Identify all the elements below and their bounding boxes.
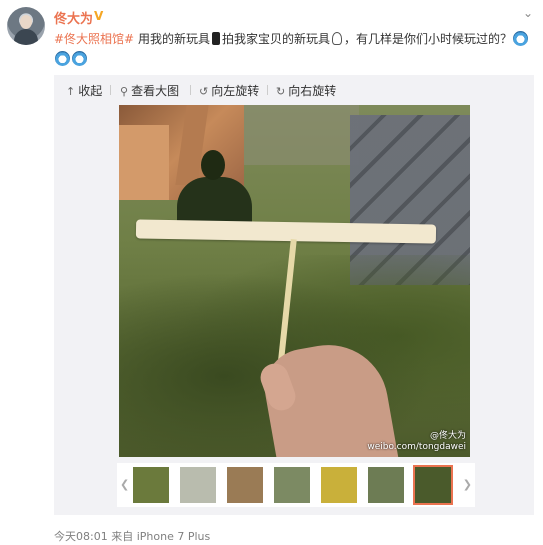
photo-watermark: @佟大为 weibo.com/tongdawei bbox=[367, 431, 466, 453]
post-time-link[interactable]: 今天08:01 bbox=[54, 530, 108, 543]
image-toolbar: ↑ 收起 ⚲ 查看大图 ↺ 向左旋转 ↻ 向右旋转 bbox=[54, 75, 534, 103]
user-avatar[interactable] bbox=[7, 7, 45, 45]
lightbulb-emoji-icon bbox=[331, 32, 342, 45]
source-prefix: 来自 bbox=[111, 530, 134, 543]
search-icon: ⚲ bbox=[120, 85, 129, 98]
main-photo[interactable]: @佟大为 weibo.com/tongdawei bbox=[119, 105, 470, 457]
source-link[interactable]: iPhone 7 Plus bbox=[137, 530, 211, 543]
post-text-part-1: 用我的新玩具 bbox=[137, 32, 210, 46]
rotate-right-icon: ↻ bbox=[276, 85, 286, 98]
bamboo-dragonfly-blade bbox=[135, 219, 437, 244]
thumbnail-7[interactable] bbox=[413, 465, 453, 505]
topic-tag-link[interactable]: #佟大照相馆# bbox=[54, 32, 134, 46]
rotate-right-button[interactable]: ↻ 向右旋转 bbox=[276, 82, 336, 99]
media-panel: ↑ 收起 ⚲ 查看大图 ↺ 向左旋转 ↻ 向右旋转 @佟大为 weibo.com/ton… bbox=[54, 75, 534, 515]
phone-emoji-icon bbox=[211, 32, 220, 45]
avatar-body bbox=[14, 29, 38, 45]
emoji-face-icon bbox=[72, 51, 87, 66]
photo-path bbox=[239, 105, 359, 165]
post-footer: 今天08:01 来自 iPhone 7 Plus bbox=[54, 528, 210, 544]
emoji-face-icon bbox=[55, 51, 70, 66]
watermark-user: @佟大为 bbox=[429, 431, 466, 441]
watermark-url: weibo.com/tongdawei bbox=[367, 442, 466, 452]
toolbar-divider bbox=[267, 85, 268, 95]
rotate-left-button[interactable]: ↺ 向左旋转 bbox=[199, 82, 259, 99]
thumbnail-strip: ❮ ❯ bbox=[117, 463, 475, 507]
toolbar-divider bbox=[110, 85, 111, 95]
photo-gazebo-pillar bbox=[119, 125, 169, 200]
post-text-part-3: ，有几样是你们小时候玩过的？ bbox=[343, 32, 512, 46]
chevron-left-icon[interactable]: ❮ bbox=[120, 478, 129, 491]
collapse-button[interactable]: ↑ 收起 bbox=[66, 82, 102, 99]
thumbnail-3[interactable] bbox=[227, 467, 263, 503]
thumbnail-6[interactable] bbox=[368, 467, 404, 503]
thumbnail-1[interactable] bbox=[133, 467, 169, 503]
post-text: #佟大照相馆# 用我的新玩具 拍我家宝贝的新玩具 ，有几样是你们小时候玩过的？ bbox=[54, 30, 534, 48]
thumbnail-4[interactable] bbox=[274, 467, 310, 503]
chevron-down-icon[interactable]: ⌄ bbox=[523, 6, 533, 20]
chevron-right-icon[interactable]: ❯ bbox=[463, 478, 472, 491]
username-link[interactable]: 佟大为 bbox=[54, 8, 93, 27]
toolbar-divider bbox=[190, 85, 191, 95]
post-text-part-2: 拍我家宝贝的新玩具 bbox=[221, 32, 330, 46]
view-large-button[interactable]: ⚲ 查看大图 bbox=[120, 82, 179, 99]
rotate-left-icon: ↺ bbox=[199, 85, 209, 98]
thumbnail-5[interactable] bbox=[321, 467, 357, 503]
arrow-up-icon: ↑ bbox=[66, 85, 76, 98]
thumbnail-2[interactable] bbox=[180, 467, 216, 503]
v-badge-icon[interactable]: V bbox=[94, 9, 103, 23]
photo-shadow-head bbox=[201, 150, 225, 180]
emoji-row bbox=[54, 51, 88, 66]
avatar-face bbox=[20, 15, 32, 29]
emoji-face-icon bbox=[513, 31, 528, 46]
